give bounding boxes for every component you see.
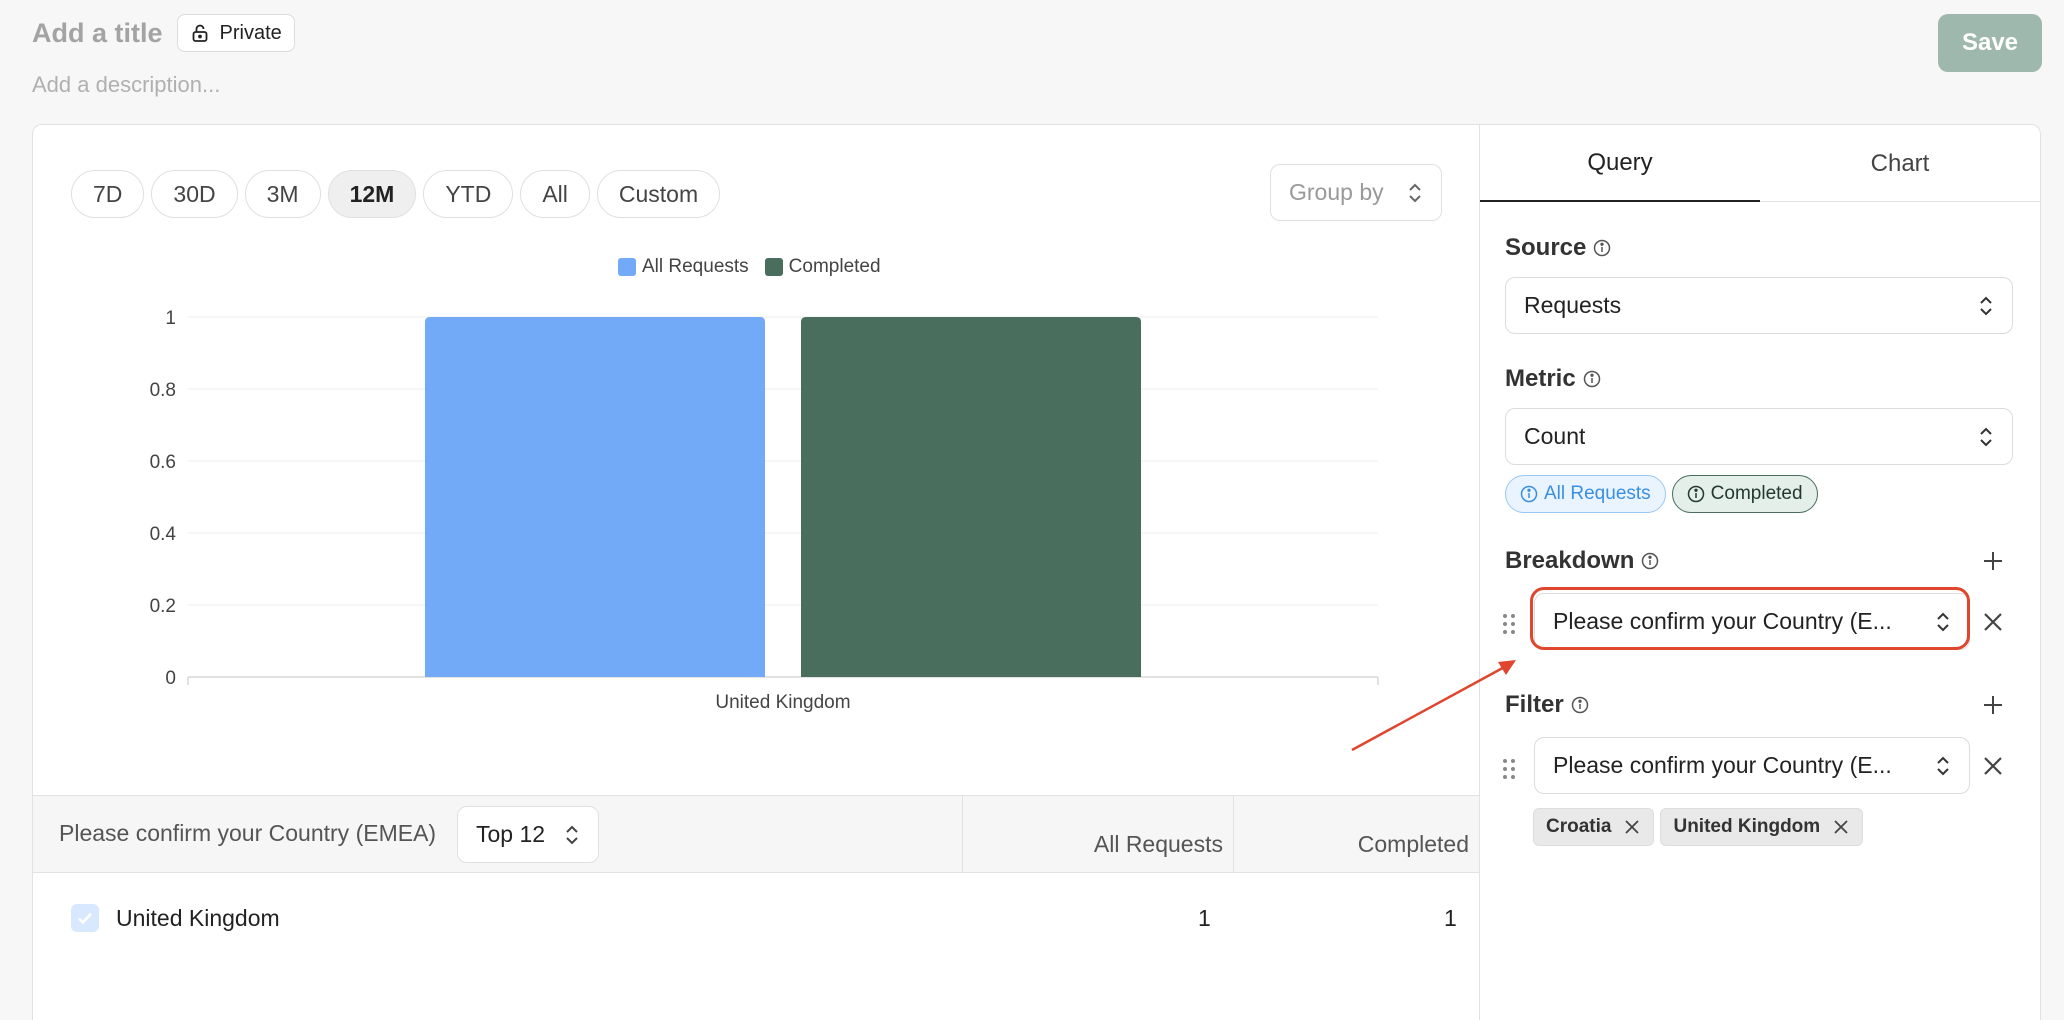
filter-chip-croatia: Croatia <box>1533 808 1655 846</box>
tab-query[interactable]: Query <box>1480 125 1760 202</box>
chip-label: United Kingdom <box>1673 816 1821 837</box>
y-tick-label: 0.4 <box>150 524 177 545</box>
chevron-updown-icon <box>1409 183 1421 202</box>
metric-badge-completed[interactable]: Completed <box>1671 475 1818 513</box>
range-tab-7d[interactable]: 7D <box>71 170 145 218</box>
column-header-all-requests[interactable]: All Requests <box>962 796 1233 872</box>
info-icon <box>1520 485 1538 503</box>
y-tick-label: 0.8 <box>150 380 176 401</box>
date-range-tabs: 7D 30D 3M 12M YTD All Custom <box>71 170 721 218</box>
private-toggle-button[interactable]: Private <box>176 14 295 52</box>
private-label: Private <box>219 21 282 44</box>
chevron-updown-icon <box>1937 756 1949 775</box>
metric-series-badges: All Requests Completed <box>1505 475 1818 513</box>
chip-label: Croatia <box>1546 816 1612 837</box>
metric-value: Count <box>1524 423 1586 449</box>
range-tab-custom[interactable]: Custom <box>596 170 721 218</box>
range-tab-12m[interactable]: 12M <box>327 170 417 218</box>
chart-legend: All Requests Completed <box>618 256 881 278</box>
query-panel: Query Chart Source Requests Metric Count… <box>1479 124 2041 1020</box>
annotation-arrow-icon <box>1351 660 1516 752</box>
breakdown-label: Breakdown <box>1505 547 1635 574</box>
group-by-select[interactable]: Group by <box>1270 164 1442 221</box>
legend-swatch <box>764 258 783 276</box>
remove-breakdown-close-icon[interactable] <box>1981 610 2005 634</box>
description-input[interactable]: Add a description... <box>32 72 295 98</box>
metric-label-group: Metric <box>1505 365 1601 393</box>
lock-icon <box>192 24 207 42</box>
table-row: United Kingdom 1 1 <box>33 873 1479 963</box>
chevron-updown-icon <box>1980 296 1992 315</box>
info-icon <box>1687 485 1704 503</box>
chart-panel: 7D 30D 3M 12M YTD All Custom Group by Al… <box>32 124 1480 1020</box>
y-tick-label: 0 <box>165 668 176 689</box>
table-header: Please confirm your Country (EMEA) Top 1… <box>33 795 1479 873</box>
remove-chip-close-icon[interactable] <box>1832 818 1850 836</box>
range-tab-ytd[interactable]: YTD <box>423 170 514 218</box>
legend-label: All Requests <box>642 256 749 277</box>
bar-completed <box>801 317 1141 677</box>
metric-label: Metric <box>1505 365 1576 392</box>
info-icon[interactable] <box>1583 370 1601 388</box>
metric-badge-all-requests[interactable]: All Requests <box>1505 475 1666 513</box>
top-n-select[interactable]: Top 12 <box>457 806 599 863</box>
chevron-updown-icon <box>566 825 578 844</box>
row-completed-value: 1 <box>1444 905 1457 931</box>
remove-filter-close-icon[interactable] <box>1981 754 2005 778</box>
remove-chip-close-icon[interactable] <box>1623 818 1641 836</box>
legend-swatch <box>618 258 636 276</box>
badge-label: All Requests <box>1544 483 1651 504</box>
legend-item-all-requests[interactable]: All Requests <box>618 256 749 278</box>
bar-chart: 0 0.2 0.4 0.6 0.8 1 United Kingdom <box>150 308 1379 713</box>
metric-select[interactable]: Count <box>1505 408 2013 465</box>
info-icon[interactable] <box>1641 552 1659 570</box>
column-header-completed[interactable]: Completed <box>1233 796 1479 872</box>
source-value: Requests <box>1524 292 1622 318</box>
drag-handle-icon[interactable] <box>1502 613 1516 635</box>
row-checkbox[interactable] <box>71 904 99 932</box>
tab-chart[interactable]: Chart <box>1760 125 2040 202</box>
info-icon[interactable] <box>1571 696 1589 714</box>
legend-item-completed[interactable]: Completed <box>764 256 881 278</box>
breakdown-column-header: Please confirm your Country (EMEA) <box>59 820 437 846</box>
source-select[interactable]: Requests <box>1505 277 2013 334</box>
group-by-placeholder: Group by <box>1289 179 1384 205</box>
filter-chip-united-kingdom: United Kingdom <box>1660 808 1864 846</box>
x-tick-label: United Kingdom <box>715 692 850 713</box>
chevron-updown-icon <box>1980 427 1992 446</box>
panel-tabs: Query Chart <box>1480 125 2040 202</box>
add-breakdown-plus-icon[interactable] <box>1980 548 2006 574</box>
filter-value-chips: Croatia United Kingdom <box>1533 808 1864 846</box>
y-tick-label: 1 <box>165 308 176 329</box>
save-button[interactable]: Save <box>1938 14 2042 72</box>
title-input[interactable]: Add a title <box>32 18 163 49</box>
highlight-annotation <box>1530 587 1970 650</box>
filter-value: Please confirm your Country (E... <box>1553 752 1892 778</box>
breakdown-label-group: Breakdown <box>1505 547 1659 575</box>
source-label: Source <box>1505 234 1587 261</box>
bar-all-requests <box>425 317 765 677</box>
add-filter-plus-icon[interactable] <box>1980 692 2006 718</box>
y-tick-label: 0.6 <box>150 452 176 473</box>
row-all-requests-value: 1 <box>1198 905 1211 931</box>
info-icon[interactable] <box>1593 239 1611 257</box>
row-country: United Kingdom <box>116 905 280 931</box>
range-tab-30d[interactable]: 30D <box>151 170 238 218</box>
range-tab-all[interactable]: All <box>520 170 590 218</box>
y-tick-label: 0.2 <box>150 596 176 617</box>
badge-label: Completed <box>1710 483 1803 504</box>
check-icon <box>78 912 92 925</box>
range-tab-3m[interactable]: 3M <box>244 170 321 218</box>
source-label-group: Source <box>1505 234 1611 262</box>
legend-label: Completed <box>788 256 881 277</box>
report-header: Add a title Private Add a description... <box>32 14 295 98</box>
filter-select[interactable]: Please confirm your Country (E... <box>1534 737 1970 794</box>
top-n-value: Top 12 <box>476 821 546 847</box>
